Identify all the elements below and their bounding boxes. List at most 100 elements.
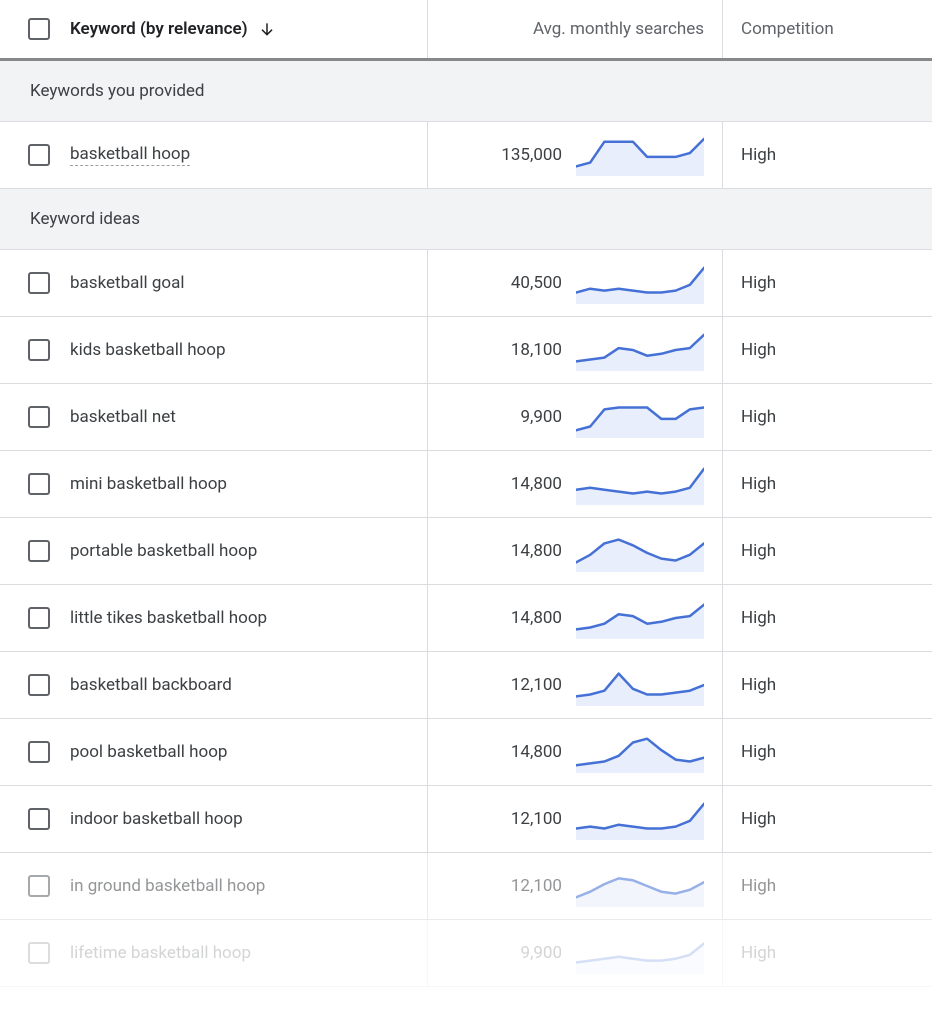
row-checkbox[interactable] bbox=[28, 875, 50, 897]
row-competition-value: High bbox=[741, 407, 776, 427]
row-competition-cell: High bbox=[722, 853, 932, 919]
row-keyword-cell[interactable]: basketball hoop bbox=[60, 122, 427, 188]
row-competition-cell: High bbox=[722, 719, 932, 785]
row-checkbox-cell bbox=[0, 250, 60, 316]
row-checkbox[interactable] bbox=[28, 144, 50, 166]
row-keyword-cell[interactable]: mini basketball hoop bbox=[60, 451, 427, 517]
row-searches-cell: 40,500 bbox=[427, 250, 722, 316]
table-row: basketball hoop 135,000 High bbox=[0, 122, 932, 189]
ideas-rows-body: basketball goal 40,500 High kids basketb… bbox=[0, 250, 932, 987]
trend-sparkline-icon bbox=[576, 463, 704, 505]
row-keyword-cell[interactable]: kids basketball hoop bbox=[60, 317, 427, 383]
header-searches-col[interactable]: Avg. monthly searches bbox=[427, 0, 722, 58]
row-checkbox[interactable] bbox=[28, 942, 50, 964]
row-checkbox[interactable] bbox=[28, 540, 50, 562]
row-checkbox[interactable] bbox=[28, 339, 50, 361]
row-keyword-text: lifetime basketball hoop bbox=[70, 943, 251, 963]
row-searches-value: 9,900 bbox=[492, 943, 562, 963]
row-competition-cell: High bbox=[722, 920, 932, 986]
provided-rows-body: basketball hoop 135,000 High bbox=[0, 122, 932, 189]
row-keyword-cell[interactable]: basketball backboard bbox=[60, 652, 427, 718]
row-checkbox[interactable] bbox=[28, 473, 50, 495]
row-searches-cell: 135,000 bbox=[427, 122, 722, 188]
row-checkbox-cell bbox=[0, 853, 60, 919]
row-competition-cell: High bbox=[722, 122, 932, 188]
table-row: basketball net 9,900 High bbox=[0, 384, 932, 451]
table-row: pool basketball hoop 14,800 High bbox=[0, 719, 932, 786]
row-searches-cell: 9,900 bbox=[427, 384, 722, 450]
trend-sparkline-icon bbox=[576, 865, 704, 907]
row-competition-value: High bbox=[741, 675, 776, 695]
row-competition-value: High bbox=[741, 876, 776, 896]
row-competition-value: High bbox=[741, 273, 776, 293]
row-searches-value: 14,800 bbox=[492, 541, 562, 561]
row-checkbox[interactable] bbox=[28, 607, 50, 629]
row-competition-value: High bbox=[741, 145, 776, 165]
row-searches-value: 12,100 bbox=[492, 675, 562, 695]
row-competition-value: High bbox=[741, 742, 776, 762]
trend-sparkline-icon bbox=[576, 932, 704, 974]
row-competition-value: High bbox=[741, 608, 776, 628]
row-competition-value: High bbox=[741, 474, 776, 494]
row-searches-value: 12,100 bbox=[492, 876, 562, 896]
row-searches-cell: 9,900 bbox=[427, 920, 722, 986]
trend-sparkline-icon bbox=[576, 134, 704, 176]
section-ideas-label: Keyword ideas bbox=[30, 209, 140, 229]
header-checkbox-cell bbox=[0, 0, 60, 58]
row-searches-cell: 12,100 bbox=[427, 853, 722, 919]
row-searches-cell: 18,100 bbox=[427, 317, 722, 383]
row-competition-cell: High bbox=[722, 384, 932, 450]
row-keyword-text: mini basketball hoop bbox=[70, 474, 227, 494]
trend-sparkline-icon bbox=[576, 798, 704, 840]
header-keyword-col[interactable]: Keyword (by relevance) bbox=[60, 0, 427, 58]
row-searches-cell: 12,100 bbox=[427, 786, 722, 852]
row-checkbox[interactable] bbox=[28, 808, 50, 830]
section-provided-label: Keywords you provided bbox=[30, 81, 205, 101]
row-checkbox-cell bbox=[0, 652, 60, 718]
row-checkbox[interactable] bbox=[28, 406, 50, 428]
trend-sparkline-icon bbox=[576, 262, 704, 304]
row-competition-cell: High bbox=[722, 585, 932, 651]
header-competition-label: Competition bbox=[741, 19, 834, 39]
table-row: indoor basketball hoop 12,100 High bbox=[0, 786, 932, 853]
row-searches-cell: 12,100 bbox=[427, 652, 722, 718]
arrow-down-icon bbox=[258, 20, 276, 38]
trend-sparkline-icon bbox=[576, 329, 704, 371]
select-all-checkbox[interactable] bbox=[28, 18, 50, 40]
row-keyword-cell[interactable]: basketball goal bbox=[60, 250, 427, 316]
row-searches-value: 9,900 bbox=[492, 407, 562, 427]
row-keyword-text: portable basketball hoop bbox=[70, 541, 257, 561]
row-keyword-text: pool basketball hoop bbox=[70, 742, 227, 762]
table-row: little tikes basketball hoop 14,800 High bbox=[0, 585, 932, 652]
row-keyword-cell[interactable]: in ground basketball hoop bbox=[60, 853, 427, 919]
row-competition-value: High bbox=[741, 809, 776, 829]
row-searches-value: 14,800 bbox=[492, 742, 562, 762]
row-keyword-cell[interactable]: portable basketball hoop bbox=[60, 518, 427, 584]
row-checkbox-cell bbox=[0, 384, 60, 450]
row-keyword-cell[interactable]: basketball net bbox=[60, 384, 427, 450]
header-competition-col[interactable]: Competition bbox=[722, 0, 932, 58]
row-checkbox[interactable] bbox=[28, 272, 50, 294]
row-searches-value: 14,800 bbox=[492, 474, 562, 494]
row-keyword-cell[interactable]: indoor basketball hoop bbox=[60, 786, 427, 852]
row-keyword-cell[interactable]: little tikes basketball hoop bbox=[60, 585, 427, 651]
row-searches-value: 40,500 bbox=[492, 273, 562, 293]
row-searches-cell: 14,800 bbox=[427, 451, 722, 517]
trend-sparkline-icon bbox=[576, 597, 704, 639]
row-keyword-text: in ground basketball hoop bbox=[70, 876, 265, 896]
trend-sparkline-icon bbox=[576, 396, 704, 438]
row-searches-value: 14,800 bbox=[492, 608, 562, 628]
row-checkbox[interactable] bbox=[28, 741, 50, 763]
row-keyword-cell[interactable]: pool basketball hoop bbox=[60, 719, 427, 785]
row-checkbox-cell bbox=[0, 451, 60, 517]
row-competition-cell: High bbox=[722, 317, 932, 383]
row-checkbox[interactable] bbox=[28, 674, 50, 696]
row-keyword-cell[interactable]: lifetime basketball hoop bbox=[60, 920, 427, 986]
header-keyword-label: Keyword (by relevance) bbox=[70, 19, 248, 39]
row-searches-value: 12,100 bbox=[492, 809, 562, 829]
table-header-row: Keyword (by relevance) Avg. monthly sear… bbox=[0, 0, 932, 61]
row-checkbox-cell bbox=[0, 122, 60, 188]
row-checkbox-cell bbox=[0, 317, 60, 383]
row-checkbox-cell bbox=[0, 920, 60, 986]
table-row: portable basketball hoop 14,800 High bbox=[0, 518, 932, 585]
